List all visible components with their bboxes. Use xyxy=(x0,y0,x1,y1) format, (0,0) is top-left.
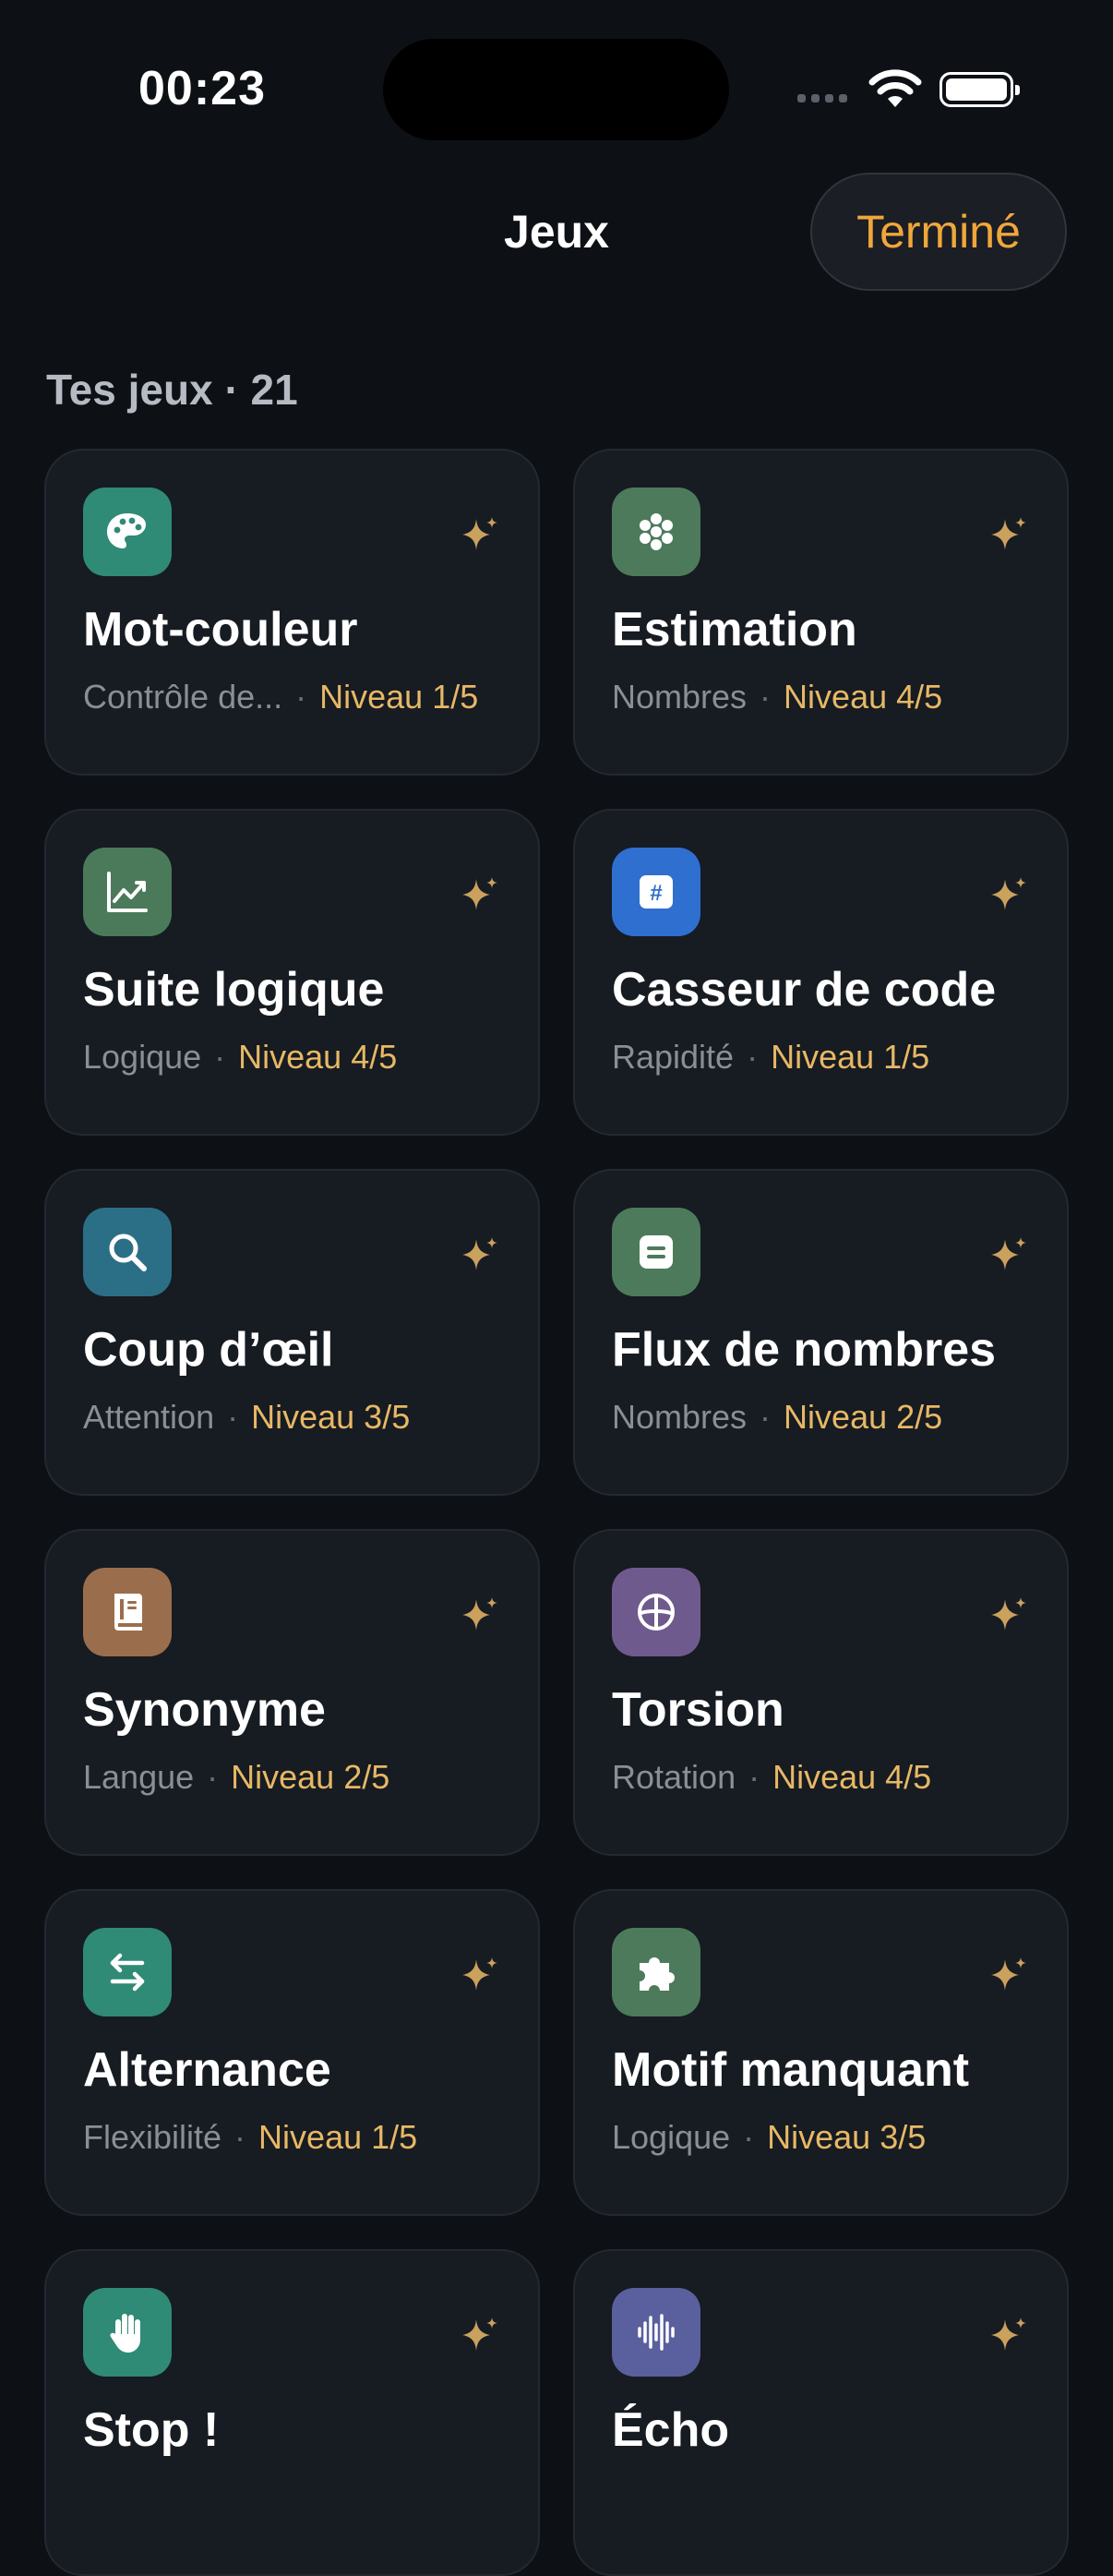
game-category: Flexibilité xyxy=(83,2118,222,2156)
sparkle-icon xyxy=(989,875,1028,914)
game-card[interactable]: Écho xyxy=(573,2249,1069,2576)
game-level: Niveau 2/5 xyxy=(784,1398,943,1436)
game-card[interactable]: Mot-couleur Contrôle de... · Niveau 1/5 xyxy=(44,449,540,776)
chart-trend-icon xyxy=(83,848,172,936)
sparkle-icon xyxy=(461,515,499,554)
game-title: Mot-couleur xyxy=(83,603,358,656)
game-level: Niveau 4/5 xyxy=(238,1038,398,1076)
done-button[interactable]: Terminé xyxy=(810,173,1067,291)
waveform-icon xyxy=(612,2288,700,2377)
separator-dot: · xyxy=(760,678,772,716)
game-card[interactable]: Suite logique Logique · Niveau 4/5 xyxy=(44,809,540,1136)
game-category: Attention xyxy=(83,1398,215,1436)
game-card[interactable]: Motif manquant Logique · Niveau 3/5 xyxy=(573,1889,1069,2216)
game-card[interactable]: Alternance Flexibilité · Niveau 1/5 xyxy=(44,1889,540,2216)
game-meta: Flexibilité · Niveau 1/5 xyxy=(83,2118,417,2157)
game-category: Logique xyxy=(83,1038,202,1076)
game-category: Nombres xyxy=(612,1398,748,1436)
game-card[interactable]: Stop ! xyxy=(44,2249,540,2576)
puzzle-icon xyxy=(612,1928,700,2016)
separator-dot: · xyxy=(748,1758,760,1796)
dots-cluster-icon xyxy=(612,488,700,576)
section-title: Tes jeux · 21 xyxy=(46,366,298,414)
game-category: Rotation xyxy=(612,1758,736,1796)
sparkle-icon xyxy=(461,2316,499,2354)
book-icon xyxy=(83,1568,172,1656)
game-category: Logique xyxy=(612,2118,731,2156)
sparkle-icon xyxy=(461,875,499,914)
game-title: Alternance xyxy=(83,2043,331,2097)
game-meta: Attention · Niveau 3/5 xyxy=(83,1398,410,1437)
sparkle-icon xyxy=(989,2316,1028,2354)
sparkle-icon xyxy=(461,1235,499,1274)
games-grid: Mot-couleur Contrôle de... · Niveau 1/5 Esti… xyxy=(44,449,1069,2576)
game-title: Torsion xyxy=(612,1683,784,1737)
game-level: Niveau 3/5 xyxy=(767,2118,927,2156)
wifi-icon xyxy=(868,69,922,107)
game-card[interactable]: Estimation Nombres · Niveau 4/5 xyxy=(573,449,1069,776)
game-title: Coup d’œil xyxy=(83,1323,334,1377)
arrows-swap-icon xyxy=(83,1928,172,2016)
game-meta: Nombres · Niveau 4/5 xyxy=(612,678,942,716)
hand-icon xyxy=(83,2288,172,2377)
game-meta: Logique · Niveau 3/5 xyxy=(612,2118,926,2157)
game-title: Motif manquant xyxy=(612,2043,970,2097)
cellular-signal-icon xyxy=(797,94,847,102)
game-level: Niveau 2/5 xyxy=(231,1758,390,1796)
separator-dot: · xyxy=(214,1038,226,1076)
hashtag-icon: # xyxy=(612,848,700,936)
game-card[interactable]: Synonyme Langue · Niveau 2/5 xyxy=(44,1529,540,1856)
game-title: Casseur de code xyxy=(612,963,997,1017)
magnifier-icon xyxy=(83,1208,172,1296)
game-category: Langue xyxy=(83,1758,195,1796)
game-meta: Langue · Niveau 2/5 xyxy=(83,1758,389,1797)
game-level: Niveau 1/5 xyxy=(258,2118,418,2156)
status-time: 00:23 xyxy=(138,62,266,115)
game-card[interactable]: Flux de nombres Nombres · Niveau 2/5 xyxy=(573,1169,1069,1496)
game-level: Niveau 4/5 xyxy=(784,678,943,716)
game-meta: Nombres · Niveau 2/5 xyxy=(612,1398,942,1437)
battery-icon xyxy=(939,72,1020,107)
game-card[interactable]: Coup d’œil Attention · Niveau 3/5 xyxy=(44,1169,540,1496)
dynamic-island xyxy=(383,39,729,140)
separator-dot: · xyxy=(234,2118,246,2156)
separator-dot: · xyxy=(295,678,307,716)
sparkle-icon xyxy=(989,1235,1028,1274)
game-card[interactable]: # Casseur de code Rapidité · Niveau 1/5 xyxy=(573,809,1069,1136)
sparkle-icon xyxy=(989,1956,1028,1994)
game-title: Synonyme xyxy=(83,1683,326,1737)
sparkle-icon xyxy=(989,515,1028,554)
status-bar: 00:23 xyxy=(0,0,1113,185)
sparkle-icon xyxy=(989,1595,1028,1634)
separator-dot: · xyxy=(207,1758,219,1796)
game-level: Niveau 3/5 xyxy=(251,1398,411,1436)
game-title: Flux de nombres xyxy=(612,1323,997,1377)
separator-dot: · xyxy=(760,1398,772,1436)
game-level: Niveau 1/5 xyxy=(319,678,479,716)
game-level: Niveau 1/5 xyxy=(771,1038,930,1076)
game-category: Rapidité xyxy=(612,1038,735,1076)
separator-dot: · xyxy=(227,1398,239,1436)
sparkle-icon xyxy=(461,1956,499,1994)
palette-icon xyxy=(83,488,172,576)
game-title: Écho xyxy=(612,2403,730,2457)
game-title: Estimation xyxy=(612,603,857,656)
stream-card-icon xyxy=(612,1208,700,1296)
svg-text:#: # xyxy=(650,881,662,906)
game-title: Stop ! xyxy=(83,2403,220,2457)
globe-icon xyxy=(612,1568,700,1656)
separator-dot: · xyxy=(743,2118,755,2156)
game-card[interactable]: Torsion Rotation · Niveau 4/5 xyxy=(573,1529,1069,1856)
game-meta: Rapidité · Niveau 1/5 xyxy=(612,1038,929,1077)
game-level: Niveau 4/5 xyxy=(772,1758,932,1796)
game-title: Suite logique xyxy=(83,963,385,1017)
game-meta: Logique · Niveau 4/5 xyxy=(83,1038,397,1077)
game-meta: Rotation · Niveau 4/5 xyxy=(612,1758,931,1797)
game-category: Nombres xyxy=(612,678,748,716)
game-category: Contrôle de... xyxy=(83,678,283,716)
game-meta: Contrôle de... · Niveau 1/5 xyxy=(83,678,478,716)
separator-dot: · xyxy=(747,1038,759,1076)
sparkle-icon xyxy=(461,1595,499,1634)
